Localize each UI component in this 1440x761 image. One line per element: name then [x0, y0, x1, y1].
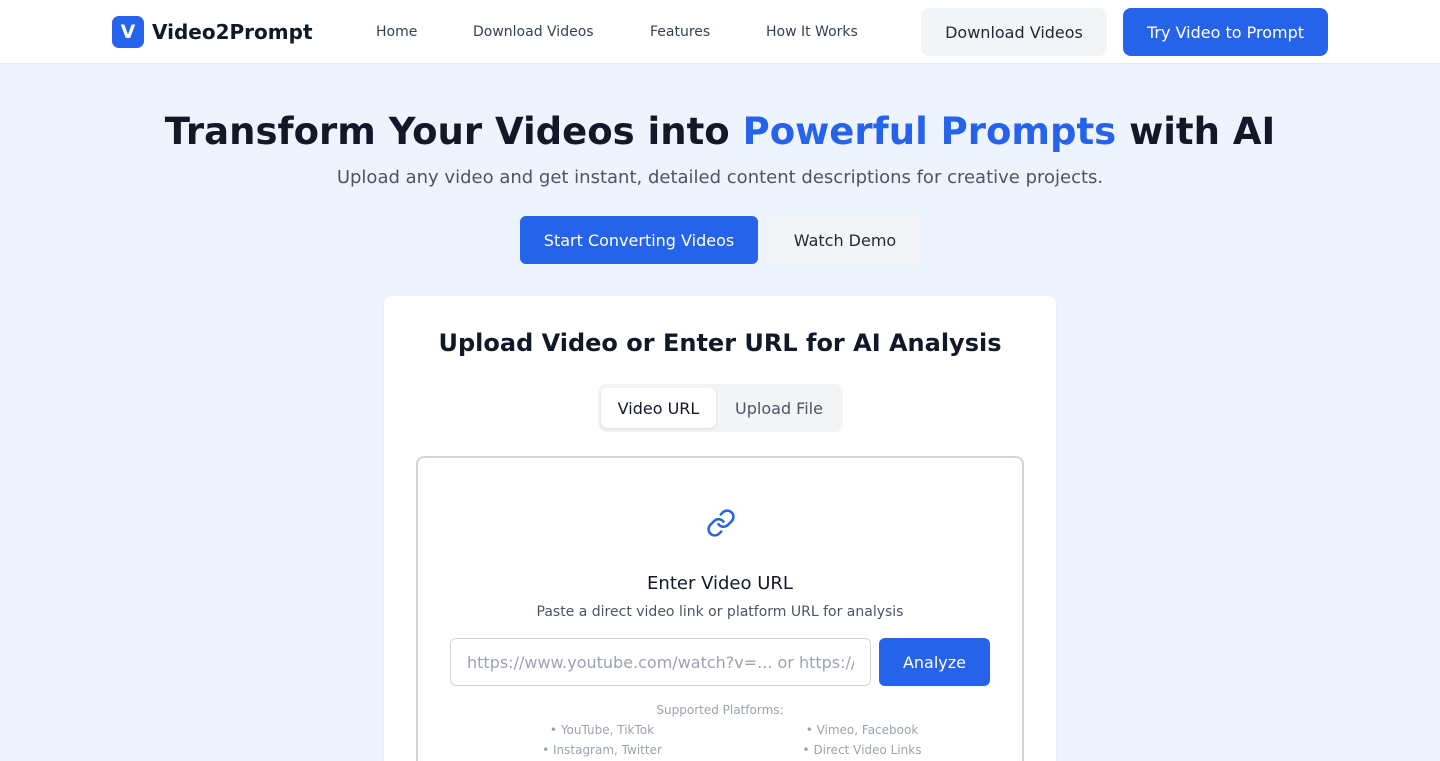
nav-features[interactable]: Features — [650, 22, 710, 42]
url-section-subtitle: Paste a direct video link or platform UR… — [536, 604, 904, 620]
platform-item: • Instagram, Twitter — [542, 743, 662, 757]
nav-how-it-works[interactable]: How It Works — [766, 22, 858, 42]
supported-platforms-label: Supported Platforms: — [656, 703, 784, 717]
site-header: V Video2Prompt Home Download Videos Feat… — [0, 0, 1440, 64]
tab-video-url[interactable]: Video URL — [601, 388, 716, 428]
nav-home[interactable]: Home — [376, 22, 417, 42]
platform-item: • YouTube, TikTok — [549, 723, 655, 737]
platform-item: • Direct Video Links — [802, 743, 922, 757]
nav-download-videos[interactable]: Download Videos — [473, 22, 594, 42]
video-url-input[interactable] — [450, 638, 871, 686]
tab-upload-file[interactable]: Upload File — [720, 388, 838, 428]
link-icon — [707, 509, 735, 537]
hero-title-start: Transform Your Videos into — [164, 110, 743, 153]
analyze-button[interactable]: Analyze — [879, 638, 990, 686]
hero-title: Transform Your Videos into Powerful Prom… — [0, 108, 1440, 156]
input-mode-tabs: Video URL Upload File — [598, 384, 843, 432]
url-section-title: Enter Video URL — [647, 573, 793, 594]
platform-item: • Vimeo, Facebook — [805, 723, 919, 737]
start-converting-button[interactable]: Start Converting Videos — [520, 216, 758, 264]
upload-card: Upload Video or Enter URL for AI Analysi… — [384, 296, 1056, 761]
brand-logo-icon: V — [112, 16, 144, 48]
hero-title-end: with AI — [1116, 110, 1276, 153]
download-videos-button[interactable]: Download Videos — [921, 8, 1107, 56]
url-entry-panel: Enter Video URL Paste a direct video lin… — [416, 456, 1024, 761]
hero-subtitle: Upload any video and get instant, detail… — [336, 167, 1104, 188]
brand-name: Video2Prompt — [152, 20, 313, 44]
card-title: Upload Video or Enter URL for AI Analysi… — [438, 329, 1002, 357]
watch-demo-button[interactable]: Watch Demo — [770, 216, 920, 264]
try-video-to-prompt-button[interactable]: Try Video to Prompt — [1123, 8, 1328, 56]
hero-title-accent: Powerful Prompts — [742, 110, 1117, 153]
brand[interactable]: V Video2Prompt — [112, 16, 313, 48]
